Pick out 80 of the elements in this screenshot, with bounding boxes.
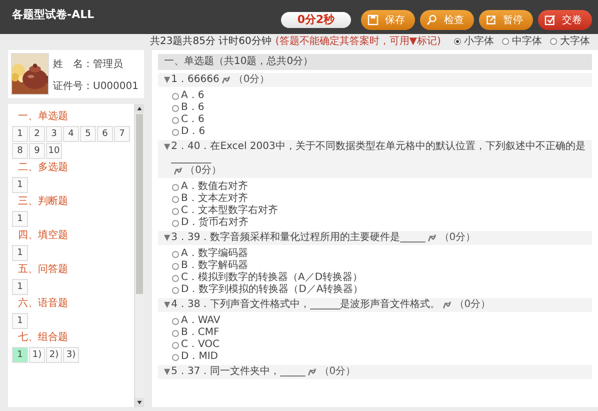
question-text: 2．40．在Excel 2003中，关于不同数据类型在单元格中的默认位置，下列叙述中不正确的是________ [171, 141, 586, 165]
section-title: 六、语音题 [17, 296, 69, 311]
answer-option[interactable]: B．6 [172, 102, 592, 114]
checkbox-icon [544, 14, 556, 26]
note-icon [173, 166, 184, 176]
note-icon [442, 300, 452, 310]
section-title: 二、多选题 [17, 160, 69, 175]
font-size-option[interactable]: 小字体 [454, 34, 494, 48]
answer-option[interactable]: B．CMF [172, 327, 592, 339]
flag-marker[interactable]: ▼ [164, 74, 170, 86]
note-icon [427, 233, 438, 243]
question-number-button[interactable]: 1 [12, 126, 28, 142]
answer-option[interactable]: A．WAV [172, 315, 592, 327]
answer-option[interactable]: C．6 [172, 114, 592, 126]
question-number-button[interactable]: 4 [63, 126, 79, 142]
question-text: 4．38．下列声音文件格式中，______是波形声音文件格式。 [171, 299, 440, 311]
hint-text: (答题不能确定其答案时，可用▼标记) [275, 34, 441, 48]
question-number-button[interactable]: 1 [12, 245, 28, 261]
scroll-up-arrow-icon[interactable] [135, 104, 144, 113]
question-number-button[interactable]: 6 [97, 126, 113, 142]
score-text: （0分） [233, 74, 270, 86]
flag-marker[interactable]: ▼ [164, 299, 170, 311]
answer-option[interactable]: C．VOC [172, 339, 592, 351]
question-number-button[interactable]: 2) [46, 347, 62, 363]
question-number-button[interactable]: 8 [12, 143, 28, 159]
scrollbar[interactable] [134, 104, 144, 407]
question-text: 5．37．同一文件夹中，_____ [171, 366, 306, 378]
section-title: 五、问答题 [17, 263, 69, 277]
save-icon [367, 14, 379, 26]
question-number-button[interactable]: 1 [12, 347, 28, 363]
window-title: 各题型试卷-ALL [12, 7, 94, 23]
answer-option[interactable]: C．模拟到数字的转换器（A／D转换器） [172, 272, 592, 284]
profile-field: 证件号：U000001 [53, 79, 138, 93]
answer-option[interactable]: D．数字到模拟的转换器（D／A转换器） [172, 284, 592, 296]
score-text: （0分） [439, 232, 476, 244]
question-number-button[interactable]: 1) [29, 347, 45, 363]
section-title: 三、判断题 [17, 194, 69, 209]
flag-marker[interactable]: ▼ [164, 366, 170, 378]
question-number-button[interactable]: 9 [29, 143, 45, 159]
question-number-button[interactable]: 5 [80, 126, 96, 142]
timer: 0分2秒 [281, 12, 351, 28]
flag-marker[interactable]: ▼ [164, 141, 170, 153]
score-text: （0分） [319, 366, 356, 378]
score-text: （0分） [454, 299, 491, 311]
section-title: 四、填空题 [17, 228, 69, 243]
flag-marker[interactable]: ▼ [164, 232, 170, 244]
note-icon [221, 75, 232, 85]
question-number-button[interactable]: 1 [12, 313, 28, 329]
export-icon [485, 14, 497, 26]
question-number-button[interactable]: 1 [12, 279, 28, 295]
score-text: （0分） [185, 165, 222, 177]
question-number-button[interactable]: 7 [114, 126, 130, 142]
question-number-button[interactable]: 10 [46, 143, 62, 159]
font-size-option[interactable]: 大字体 [550, 34, 590, 48]
answer-option[interactable]: B．文本左对齐 [172, 193, 592, 205]
answer-option[interactable]: D．MID [172, 351, 592, 363]
question-number-button[interactable]: 1 [12, 177, 28, 193]
submit-button[interactable]: 交卷 [538, 10, 592, 30]
answer-option[interactable]: A．数字编码器 [172, 248, 592, 260]
answer-option[interactable]: B．数字解码器 [172, 260, 592, 272]
section-title: 七、组合题 [17, 330, 69, 345]
profile-field: 姓 名：管理员 [53, 57, 138, 71]
answer-option[interactable]: A．6 [172, 90, 592, 102]
font-size-option[interactable]: 中字体 [502, 34, 542, 48]
answer-option[interactable]: C．文本型数字右对齐 [172, 205, 592, 217]
question-number-button[interactable]: 3 [46, 126, 62, 142]
exam-summary: 共23题共85分 计时60分钟 [150, 34, 272, 48]
question-text: 1．66666 [171, 74, 220, 86]
answer-option[interactable]: D．6 [172, 126, 592, 138]
section-header: 一、单选题（共10题，总共0分） [158, 54, 592, 70]
note-icon [307, 367, 318, 377]
question-number-button[interactable]: 3) [63, 347, 79, 363]
answer-option[interactable]: D．货币右对齐 [172, 217, 592, 229]
question-text: 3．39．数字音频采样和量化过程所用的主要硬件是_____ [171, 232, 426, 244]
section-title: 一、单选题 [17, 110, 69, 124]
question-number-button[interactable]: 1 [12, 211, 28, 227]
scroll-down-arrow-icon[interactable] [135, 398, 144, 407]
question-number-button[interactable]: 2 [29, 126, 45, 142]
search-icon [426, 14, 438, 26]
answer-option[interactable]: A．数值右对齐 [172, 181, 592, 193]
